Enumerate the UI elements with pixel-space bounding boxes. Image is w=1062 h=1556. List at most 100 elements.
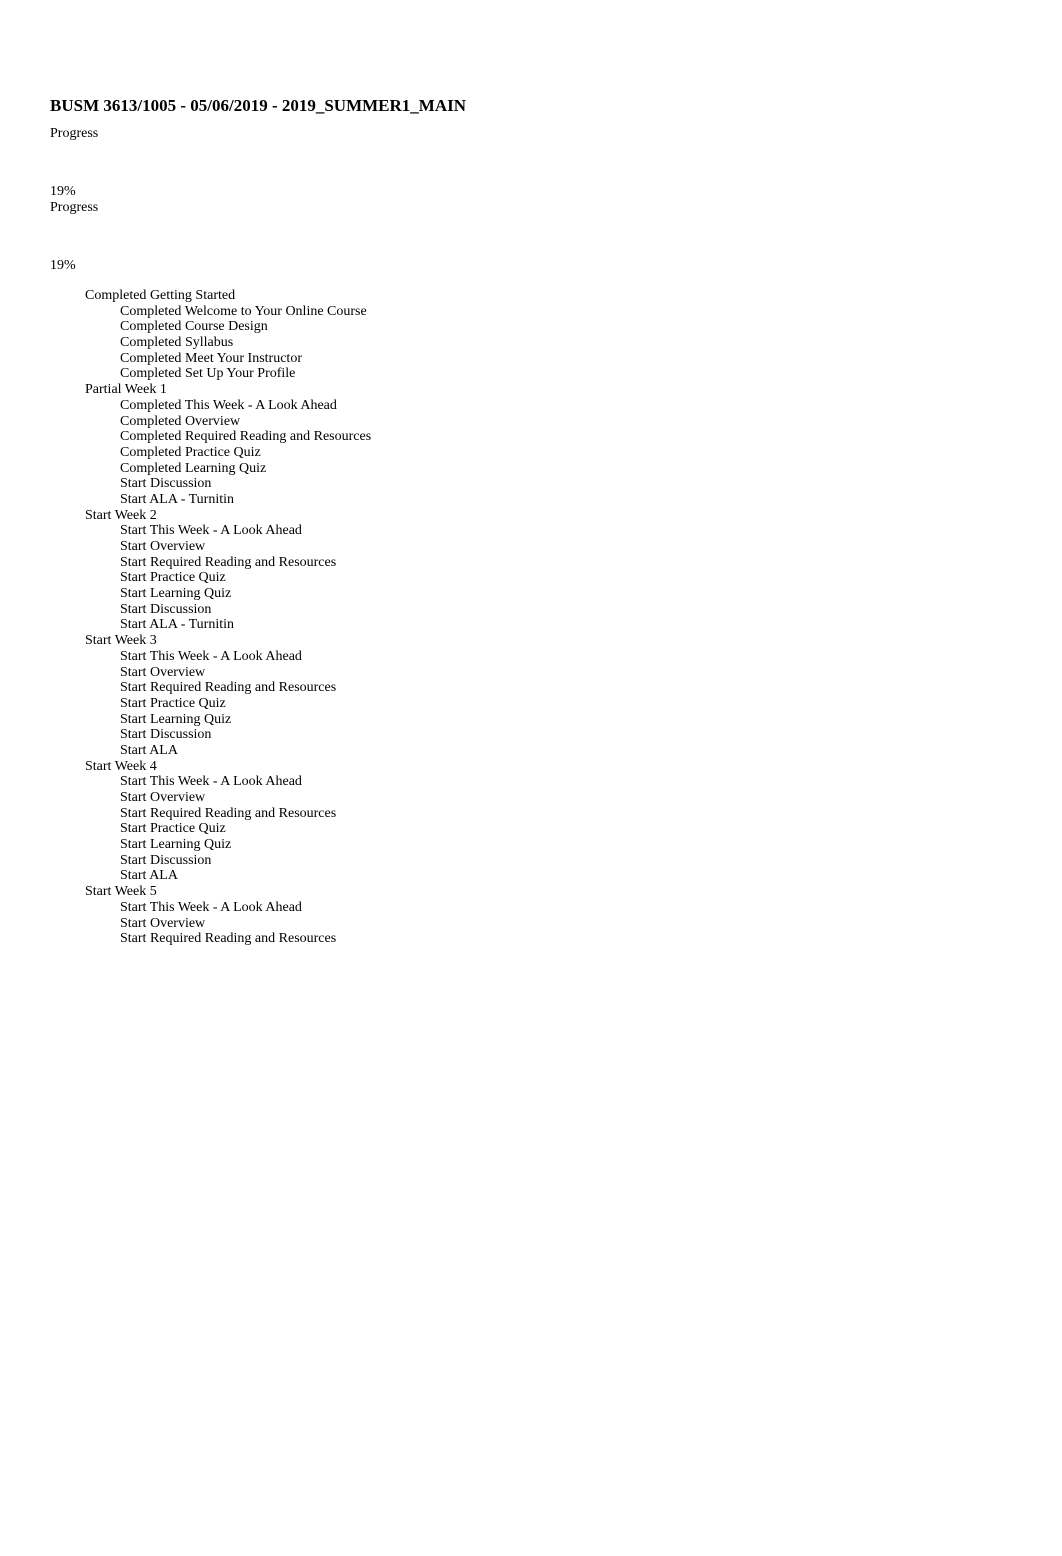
outline-item[interactable]: Start Overview <box>120 790 1010 806</box>
group-status: Start <box>85 884 112 900</box>
item-name: Required Reading and Resources <box>149 680 337 696</box>
outline-item[interactable]: Start ALA - Turnitin <box>120 617 1010 633</box>
group-name: Week 2 <box>114 507 157 523</box>
outline-item[interactable]: Start Required Reading and Resources <box>120 680 1010 696</box>
outline-item[interactable]: Completed Welcome to Your Online Course <box>120 304 1010 320</box>
outline-item[interactable]: Completed Set Up Your Profile <box>120 366 1010 382</box>
item-name: Overview <box>149 915 206 931</box>
outline-item[interactable]: Completed Syllabus <box>120 335 1010 351</box>
group-name: Week 1 <box>124 382 167 398</box>
outline-group-week-4[interactable]: Start Week 4 Start This Week - A Look Ah… <box>85 759 1010 885</box>
progress-block: Progress 19% <box>50 126 1010 200</box>
item-status: Completed <box>120 397 182 413</box>
item-name: Discussion <box>149 727 212 743</box>
item-name: Learning Quiz <box>184 460 267 476</box>
outline-item[interactable]: Completed Course Design <box>120 319 1010 335</box>
outline-item[interactable]: Start Learning Quiz <box>120 837 1010 853</box>
item-name: Meet Your Instructor <box>184 350 302 366</box>
item-name: Discussion <box>149 476 212 492</box>
item-status: Start <box>120 774 147 790</box>
group-name: Week 5 <box>114 884 157 900</box>
outline-item[interactable]: Start This Week - A Look Ahead <box>120 523 1010 539</box>
item-name: This Week - A Look Ahead <box>149 648 302 664</box>
outline-item[interactable]: Start ALA <box>120 743 1010 759</box>
item-status: Start <box>120 915 147 931</box>
outline-item[interactable]: Start Learning Quiz <box>120 586 1010 602</box>
item-name: Required Reading and Resources <box>149 554 337 570</box>
item-status: Start <box>120 837 147 853</box>
outline-item[interactable]: Start Discussion <box>120 727 1010 743</box>
group-label[interactable]: Start Week 4 <box>85 759 1010 775</box>
group-status: Start <box>85 758 112 774</box>
item-status: Completed <box>120 350 182 366</box>
outline-item[interactable]: Start Overview <box>120 665 1010 681</box>
group-name: Week 4 <box>114 758 157 774</box>
item-name: Practice Quiz <box>149 821 226 837</box>
item-name: Practice Quiz <box>184 444 261 460</box>
outline-item[interactable]: Completed Meet Your Instructor <box>120 351 1010 367</box>
item-status: Start <box>120 805 147 821</box>
outline-item[interactable]: Start This Week - A Look Ahead <box>120 774 1010 790</box>
outline-item[interactable]: Completed Overview <box>120 414 1010 430</box>
outline-item[interactable]: Completed This Week - A Look Ahead <box>120 398 1010 414</box>
item-status: Start <box>120 491 147 507</box>
item-status: Start <box>120 523 147 539</box>
outline-item[interactable]: Start Practice Quiz <box>120 696 1010 712</box>
outline-item[interactable]: Completed Required Reading and Resources <box>120 429 1010 445</box>
outline-item[interactable]: Start This Week - A Look Ahead <box>120 649 1010 665</box>
outline-group-week-3[interactable]: Start Week 3 Start This Week - A Look Ah… <box>85 633 1010 759</box>
group-label[interactable]: Completed Getting Started <box>85 288 1010 304</box>
outline-item[interactable]: Start Required Reading and Resources <box>120 555 1010 571</box>
outline-item[interactable]: Start Practice Quiz <box>120 570 1010 586</box>
item-name: Overview <box>149 539 206 554</box>
outline-item[interactable]: Completed Learning Quiz <box>120 461 1010 477</box>
group-items: Start This Week - A Look Ahead Start Ove… <box>85 900 1010 947</box>
item-status: Start <box>120 680 147 696</box>
outline-item[interactable]: Start Practice Quiz <box>120 821 1010 837</box>
outline-item[interactable]: Start ALA <box>120 868 1010 884</box>
item-name: Learning Quiz <box>149 837 232 853</box>
outline-item[interactable]: Start This Week - A Look Ahead <box>120 900 1010 916</box>
outline-item[interactable]: Start Discussion <box>120 853 1010 869</box>
item-status: Start <box>120 852 147 868</box>
outline-item[interactable]: Start Overview <box>120 539 1010 555</box>
item-name: Set Up Your Profile <box>184 366 296 382</box>
group-status: Partial <box>85 382 122 398</box>
item-status: Completed <box>120 366 182 382</box>
item-name: ALA <box>149 868 178 884</box>
item-name: This Week - A Look Ahead <box>149 523 302 539</box>
item-status: Start <box>120 742 147 758</box>
item-status: Completed <box>120 444 182 460</box>
outline-item[interactable]: Start Discussion <box>120 476 1010 492</box>
group-label[interactable]: Start Week 2 <box>85 508 1010 524</box>
outline-item[interactable]: Start Overview <box>120 916 1010 932</box>
item-status: Start <box>120 476 147 492</box>
progress-bar-placeholder <box>50 142 1010 184</box>
outline-item[interactable]: Start Learning Quiz <box>120 712 1010 728</box>
item-status: Completed <box>120 429 182 445</box>
outline-group-week-1[interactable]: Partial Week 1 Completed This Week - A L… <box>85 382 1010 508</box>
course-outline: Completed Getting Started Completed Welc… <box>50 288 1010 947</box>
outline-item[interactable]: Start ALA - Turnitin <box>120 492 1010 508</box>
group-label[interactable]: Partial Week 1 <box>85 382 1010 398</box>
progress-label: Progress <box>50 126 99 141</box>
outline-item[interactable]: Start Discussion <box>120 602 1010 618</box>
group-label[interactable]: Start Week 5 <box>85 884 1010 900</box>
group-status: Completed <box>85 288 147 303</box>
group-status: Start <box>85 507 112 523</box>
group-label[interactable]: Start Week 3 <box>85 633 1010 649</box>
item-name: Learning Quiz <box>149 711 232 727</box>
outline-group-getting-started[interactable]: Completed Getting Started Completed Welc… <box>85 288 1010 382</box>
item-name: Course Design <box>184 319 268 335</box>
item-name: Discussion <box>149 852 212 868</box>
group-name: Week 3 <box>114 633 157 649</box>
outline-item[interactable]: Start Required Reading and Resources <box>120 931 1010 947</box>
outline-item[interactable]: Start Required Reading and Resources <box>120 806 1010 822</box>
item-name: Welcome to Your Online Course <box>184 303 367 319</box>
item-status: Start <box>120 899 147 915</box>
outline-item[interactable]: Completed Practice Quiz <box>120 445 1010 461</box>
outline-group-week-2[interactable]: Start Week 2 Start This Week - A Look Ah… <box>85 508 1010 634</box>
outline-group-week-5[interactable]: Start Week 5 Start This Week - A Look Ah… <box>85 884 1010 947</box>
item-status: Start <box>120 570 147 586</box>
